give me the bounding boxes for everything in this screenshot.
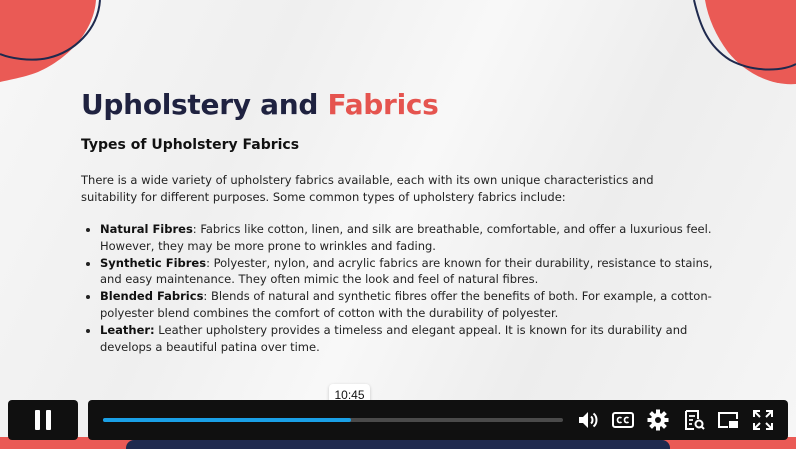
decorative-bottom-shape [126,440,670,449]
fabric-types-list: Natural Fibres: Fabrics like cotton, lin… [81,221,720,355]
captions-icon [612,412,634,428]
section-heading: Types of Upholstery Fabrics [81,137,300,153]
picture-in-picture-button[interactable] [716,408,740,432]
slide-canvas: Upholstery and Fabrics Types of Upholste… [0,0,796,449]
list-item: Leather: Leather upholstery provides a t… [100,322,720,356]
picture-in-picture-icon [718,412,738,428]
slide-title: Upholstery and Fabrics [81,88,439,121]
list-item-term: Leather: [100,322,155,337]
title-main-text: Upholstery and [81,88,319,121]
transcript-button[interactable] [682,408,706,432]
pause-icon [35,410,51,430]
pause-button[interactable] [8,400,78,440]
list-item-term: Natural Fibres [100,222,193,236]
seek-bar[interactable] [103,418,563,422]
list-item-term: Synthetic Fibres [100,255,207,270]
list-item-term: Blended Fabrics [100,289,204,304]
volume-button[interactable] [576,408,600,432]
intro-paragraph: There is a wide variety of upholstery fa… [81,173,654,204]
captions-button[interactable] [611,408,635,432]
settings-button[interactable] [646,408,670,432]
fullscreen-icon [753,410,773,430]
list-item: Blended Fabrics: Blends of natural and s… [100,288,720,322]
transcript-icon [685,410,705,430]
volume-icon [579,412,598,428]
player-control-bar [88,400,788,440]
list-item-text: Leather upholstery provides a timeless a… [100,322,688,354]
list-item: Synthetic Fibres: Polyester, nylon, and … [100,255,720,289]
list-item: Natural Fibres: Fabrics like cotton, lin… [100,221,720,255]
title-accent-text: Fabrics [327,88,439,121]
fullscreen-button[interactable] [751,408,775,432]
seek-bar-progress [103,418,352,422]
settings-icon [647,409,669,431]
